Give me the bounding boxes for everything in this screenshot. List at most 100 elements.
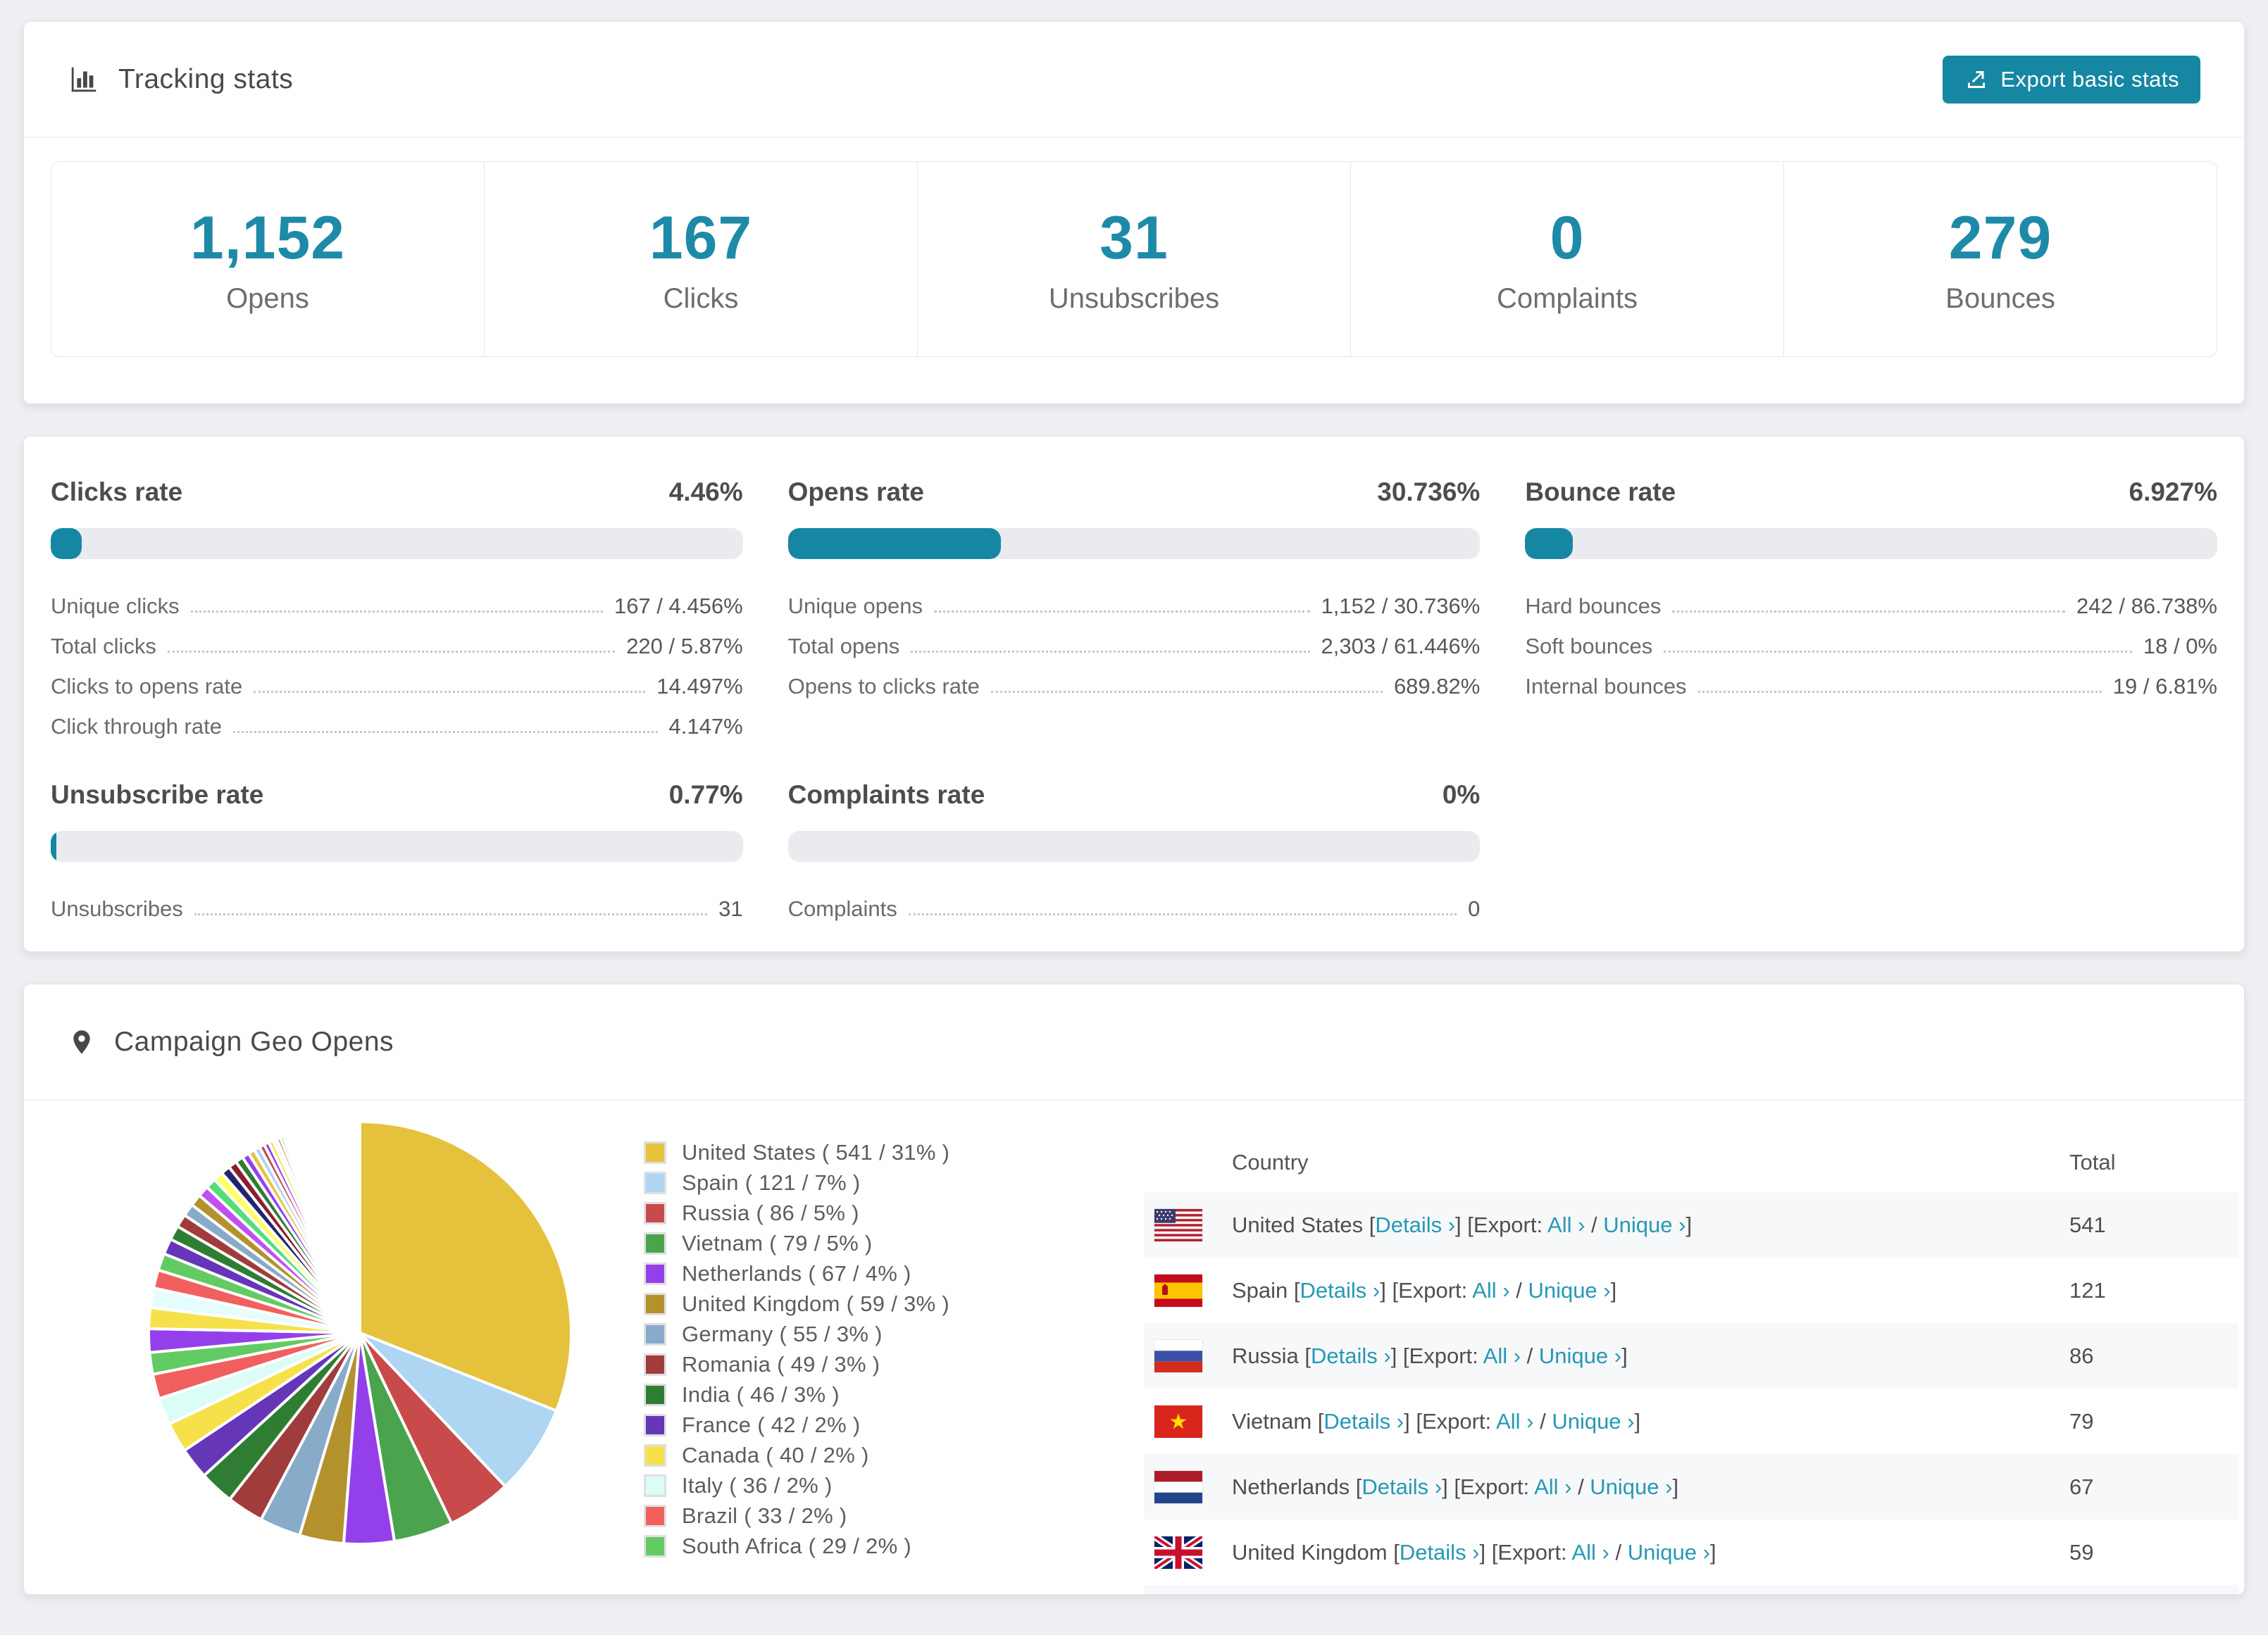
legend-swatch [644, 1262, 666, 1285]
dotted-leader [1672, 610, 2066, 613]
country-name: Russia [1232, 1343, 1299, 1368]
export-all-link[interactable]: All › [1534, 1474, 1571, 1499]
rate-detail-rows: Unique clicks 167 / 4.456% Total clicks 220… [51, 579, 743, 739]
bracket: ] [1610, 1277, 1617, 1303]
export-unique-link[interactable]: Unique › [1628, 1540, 1710, 1565]
table-row: Netherlands [Details ›] [Export: All › /… [1144, 1454, 2238, 1520]
legend-item-8: India ( 46 / 3% ) [644, 1379, 1144, 1410]
slash: / [1509, 1277, 1528, 1303]
export-unique-link[interactable]: Unique › [1528, 1278, 1610, 1303]
progress-bar-track [51, 831, 743, 862]
progress-bar-track [1525, 528, 2217, 559]
country-cell: Russia [Details ›] [Export: All › / Uniq… [1232, 1343, 1628, 1369]
slash: / [1585, 1212, 1604, 1237]
progress-bar-track [787, 528, 1481, 559]
rate-panel-head: Complaints rate 0% [788, 739, 1481, 831]
legend-swatch [644, 1353, 666, 1376]
legend-item-2: Russia ( 86 / 5% ) [644, 1198, 1144, 1228]
dotted-leader [190, 610, 603, 613]
rate-detail-row: Opens to clicks rate 689.82% [788, 659, 1481, 699]
detail-value: 14.497% [656, 674, 743, 699]
legend-label: Spain ( 121 / 7% ) [682, 1170, 861, 1195]
detail-value: 0 [1468, 896, 1481, 921]
rate-title: Unsubscribe rate [51, 780, 264, 809]
table-row: Germany [Details ›] [Export: All › / Uni… [1144, 1585, 2238, 1594]
details-link[interactable]: Details › [1323, 1409, 1404, 1434]
export-button-label: Export basic stats [2000, 66, 2179, 92]
table-row: United Kingdom [Details ›] [Export: All … [1144, 1520, 2238, 1585]
details-link[interactable]: Details › [1311, 1343, 1391, 1368]
geo-header: Campaign Geo Opens [24, 984, 2244, 1101]
details-link[interactable]: Details › [1375, 1213, 1455, 1237]
rate-detail-row: Hard bounces 242 / 86.738% [1525, 579, 2217, 619]
legend-item-10: Canada ( 40 / 2% ) [644, 1440, 1144, 1470]
legend-label: United Kingdom ( 59 / 3% ) [682, 1291, 949, 1316]
legend-swatch [644, 1292, 666, 1315]
export-unique-link[interactable]: Unique › [1539, 1343, 1621, 1368]
country-name: United States [1232, 1212, 1364, 1237]
country-cell: Vietnam [Details ›] [Export: All › / Uni… [1232, 1409, 1640, 1434]
slash: / [1571, 1474, 1590, 1499]
bracket: [ [1387, 1539, 1400, 1565]
detail-label: Unsubscribes [51, 896, 183, 921]
legend-swatch [644, 1534, 666, 1558]
detail-label: Total clicks [51, 634, 156, 658]
legend-swatch [644, 1322, 666, 1346]
row-total: 541 [2069, 1212, 2106, 1237]
rate-title: Complaints rate [787, 780, 985, 809]
legend-item-7: Romania ( 49 / 3% ) [644, 1349, 1144, 1379]
export-all-link[interactable]: All › [1496, 1409, 1533, 1434]
geo-country-table: Country Total United States [Details ›] … [1144, 1132, 2238, 1594]
export-all-link[interactable]: All › [1571, 1540, 1609, 1565]
export-unique-link[interactable]: Unique › [1603, 1213, 1686, 1237]
progress-bar-fill [51, 528, 82, 559]
flag-icon-nl [1154, 1470, 1202, 1503]
export-unique-link[interactable]: Unique › [1590, 1474, 1672, 1499]
page-title: Tracking stats [118, 63, 294, 94]
geo-title: Campaign Geo Opens [114, 1026, 394, 1057]
detail-label: Unique clicks [51, 594, 180, 618]
flag-icon-us [1154, 1208, 1202, 1241]
export-prefix: Export: [1398, 1277, 1468, 1303]
legend-item-9: France ( 42 / 2% ) [644, 1410, 1144, 1440]
dotted-leader [911, 651, 1310, 653]
table-row: United States [Details ›] [Export: All ›… [1144, 1192, 2238, 1258]
rate-detail-row: Total clicks 220 / 5.87% [51, 619, 743, 659]
bracket: [ [1288, 1277, 1300, 1303]
details-link[interactable]: Details › [1400, 1540, 1480, 1565]
export-all-link[interactable]: All › [1547, 1213, 1585, 1237]
row-total: 79 [2069, 1408, 2094, 1434]
rate-panel-head: Unsubscribe rate 0.77% [51, 739, 743, 831]
campaign-geo-opens-card: Campaign Geo Opens United States ( 541 /… [23, 984, 2245, 1595]
svg-text:★: ★ [1169, 1410, 1188, 1434]
row-total: 86 [2069, 1343, 2094, 1368]
export-all-link[interactable]: All › [1483, 1343, 1521, 1368]
export-basic-stats-button[interactable]: Export basic stats [1943, 55, 2200, 104]
details-link[interactable]: Details › [1362, 1474, 1442, 1499]
legend-item-11: Italy ( 36 / 2% ) [644, 1470, 1144, 1501]
detail-label: Total opens [787, 634, 900, 658]
export-prefix: Export: [1421, 1408, 1492, 1434]
stat-box-opens: 1,152 Opens [51, 162, 484, 356]
legend-swatch [644, 1504, 666, 1527]
detail-label: Complaints [787, 896, 897, 921]
rate-detail-row: Complaints 0 [788, 882, 1481, 922]
legend-item-0: United States ( 541 / 31% ) [644, 1137, 1144, 1167]
rate-detail-rows: Hard bounces 242 / 86.738% Soft bounces 18 … [1525, 579, 2217, 699]
legend-label: Brazil ( 33 / 2% ) [682, 1503, 847, 1528]
export-prefix: Export: [1459, 1474, 1530, 1499]
export-unique-link[interactable]: Unique › [1552, 1409, 1634, 1434]
tracking-stats-header: Tracking stats Export basic stats [24, 22, 2244, 138]
legend-label: Romania ( 49 / 3% ) [682, 1351, 880, 1377]
legend-swatch [644, 1474, 666, 1497]
rates-grid: Clicks rate 4.46% Unique clicks 167 / 4.456… [51, 437, 2217, 922]
bracket: [ [1298, 1343, 1311, 1368]
detail-value: 18 / 0% [2143, 634, 2217, 658]
details-link[interactable]: Details › [1300, 1278, 1381, 1303]
rate-title: Opens rate [787, 477, 924, 506]
bracket: ] [ [1479, 1539, 1498, 1565]
country-cell: United Kingdom [Details ›] [Export: All … [1232, 1540, 1716, 1565]
export-all-link[interactable]: All › [1472, 1278, 1509, 1303]
rate-detail-rows: Unsubscribes 31 [51, 882, 743, 922]
